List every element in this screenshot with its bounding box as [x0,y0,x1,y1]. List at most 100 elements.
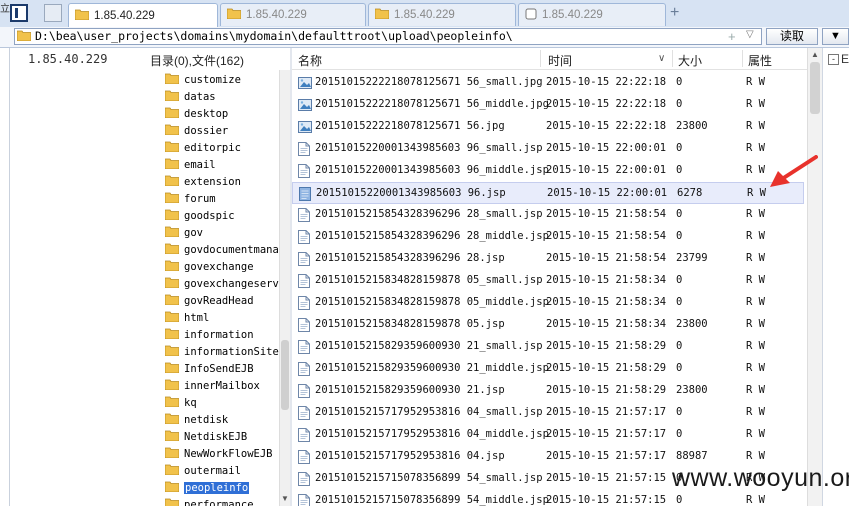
file-name: 20151015215829359600930 21_middle.jsp [315,362,549,374]
tree-folder-newworkflowejb[interactable]: NewWorkFlowEJB [164,445,273,462]
tree-folder-govreadhead[interactable]: govReadHead [164,292,254,309]
tree-folder-label: email [184,158,216,171]
tree-folder-extension[interactable]: extension [164,173,241,190]
file-time: 2015-10-15 22:22:18 [546,120,667,132]
column-separator[interactable] [540,50,541,67]
column-separator[interactable] [672,50,673,67]
tab-1[interactable]: 1.85.40.229 [68,3,218,27]
tree-folder-information[interactable]: information [164,326,254,343]
file-row[interactable]: 20151015215854328396296 28_small.jsp 2015… [292,204,804,226]
file-row[interactable]: 20151015215834828159878 05_small.jsp 2015… [292,270,804,292]
file-row[interactable]: 20151015222218078125671 56.jpg 2015-10-15… [292,116,804,138]
folder-icon [16,30,32,44]
tree-folder-html[interactable]: html [164,309,209,326]
tree-scroll-thumb[interactable] [281,340,289,410]
blank-tab-icon[interactable] [44,4,62,22]
tree-folder-govexchange[interactable]: govexchange [164,258,254,275]
tree-folder-editorpic[interactable]: editorpic [164,139,241,156]
file-time: 2015-10-15 22:00:01 [546,164,667,176]
tree-folder-datas[interactable]: datas [164,88,216,105]
window-menu-icon[interactable] [10,4,28,22]
scroll-down-icon[interactable]: ▼ [281,494,289,503]
column-header-attr[interactable]: 属性 [748,52,772,69]
tree-folder-forum[interactable]: forum [164,190,216,207]
tree-folder-peopleinfo[interactable]: peopleinfo [164,479,250,496]
tree-folder-label: outermail [184,464,241,477]
tree-folder-infosendejb[interactable]: InfoSendEJB [164,360,254,377]
folder-icon [164,396,180,410]
tree-folder-netdisk[interactable]: netdisk [164,411,228,428]
file-row[interactable]: 20151015222218078125671 56_small.jpg 2015… [292,72,804,94]
tree-folder-label: innerMailbox [184,379,260,392]
file-row[interactable]: 20151015222218078125671 56_middle.jpg 201… [292,94,804,116]
file-row[interactable]: 20151015215854328396296 28_middle.jsp 201… [292,226,804,248]
tree-folder-label: customize [184,73,241,86]
file-size: 0 [676,208,683,220]
file-time: 2015-10-15 21:58:29 [546,340,667,352]
tree-folder-netdiskejb[interactable]: NetdiskEJB [164,428,247,445]
tree-folder-gov[interactable]: gov [164,224,203,241]
file-size: 0 [676,494,683,506]
file-row[interactable]: 20151015215834828159878 05.jsp 2015-10-15… [292,314,804,336]
folder-icon [164,498,180,506]
tree-folder-goodspic[interactable]: goodspic [164,207,235,224]
file-size: 23799 [676,252,708,264]
folder-icon [164,362,180,376]
read-button[interactable]: 读取 [766,28,818,45]
list-scrollbar[interactable]: ▲ [807,48,822,506]
tree-folder-desktop[interactable]: desktop [164,105,228,122]
side-panel-label: E [841,52,849,66]
add-bookmark-button[interactable]: + [728,29,736,44]
tree-folder-outermail[interactable]: outermail [164,462,241,479]
file-row[interactable]: 20151015220001343985603 96_middle.jsp 201… [292,160,804,182]
file-row[interactable]: 20151015215854328396296 28.jsp 2015-10-15… [292,248,804,270]
document-file-icon [298,142,310,159]
file-row[interactable]: 20151015215829359600930 21_middle.jsp 201… [292,358,804,380]
column-separator[interactable] [742,50,743,67]
tab-3[interactable]: 1.85.40.229 [368,3,516,26]
file-row[interactable]: 20151015215834828159878 05_middle.jsp 201… [292,292,804,314]
folder-tree[interactable]: customize datas desktop dossier editorpic ema… [10,70,279,506]
tab-4[interactable]: 1.85.40.229 [518,3,666,26]
tree-folder-label: forum [184,192,216,205]
new-tab-button[interactable]: + [670,4,679,22]
folder-icon [164,481,180,495]
folder-icon [164,277,180,291]
document-file-icon [298,274,310,291]
list-scroll-thumb[interactable] [810,62,820,114]
tree-folder-label: goodspic [184,209,235,222]
file-list[interactable]: 20151015222218078125671 56_small.jpg 2015… [292,72,807,506]
tab-2[interactable]: 1.85.40.229 [220,3,366,26]
file-row[interactable]: 20151015220001343985603 96.jsp 2015-10-15… [292,182,804,204]
column-header-name[interactable]: 名称 [298,52,322,69]
path-input[interactable]: D:\bea\user_projects\domains\mydomain\de… [14,28,762,45]
tree-folder-kq[interactable]: kq [164,394,197,411]
file-row[interactable]: 20151015215829359600930 21_small.jsp 2015… [292,336,804,358]
file-row[interactable]: 20151015215717952953816 04_middle.jsp 201… [292,424,804,446]
scroll-up-icon[interactable]: ▲ [811,50,819,59]
tree-folder-performance[interactable]: performance [164,496,254,506]
collapse-icon[interactable]: - [828,54,839,65]
file-row[interactable]: 20151015215829359600930 21.jsp 2015-10-15… [292,380,804,402]
tree-folder-informationsite[interactable]: informationSite [164,343,279,360]
image-file-icon [298,76,312,93]
file-time: 2015-10-15 21:58:34 [546,318,667,330]
column-header-time[interactable]: 时间 [548,52,572,69]
path-dropdown-button[interactable]: ▽ [746,29,754,40]
file-time: 2015-10-15 21:58:54 [546,252,667,264]
folder-icon [74,9,90,23]
tree-folder-innermailbox[interactable]: innerMailbox [164,377,260,394]
tree-folder-govdocumentmana[interactable]: govdocumentmana [164,241,279,258]
file-row[interactable]: 20151015215717952953816 04_small.jsp 2015… [292,402,804,424]
file-row[interactable]: 20151015220001343985603 96_small.jsp 2015… [292,138,804,160]
tree-folder-label: extension [184,175,241,188]
folder-icon [164,226,180,240]
column-header-size[interactable]: 大小 [678,52,702,69]
document-file-icon [298,252,310,269]
tree-folder-govexchangeserve[interactable]: govexchangeserve [164,275,279,292]
tree-folder-email[interactable]: email [164,156,216,173]
file-attr: R W [746,76,765,88]
read-options-button[interactable]: ▼ [822,28,849,45]
tree-folder-customize[interactable]: customize [164,71,241,88]
tree-folder-dossier[interactable]: dossier [164,122,228,139]
